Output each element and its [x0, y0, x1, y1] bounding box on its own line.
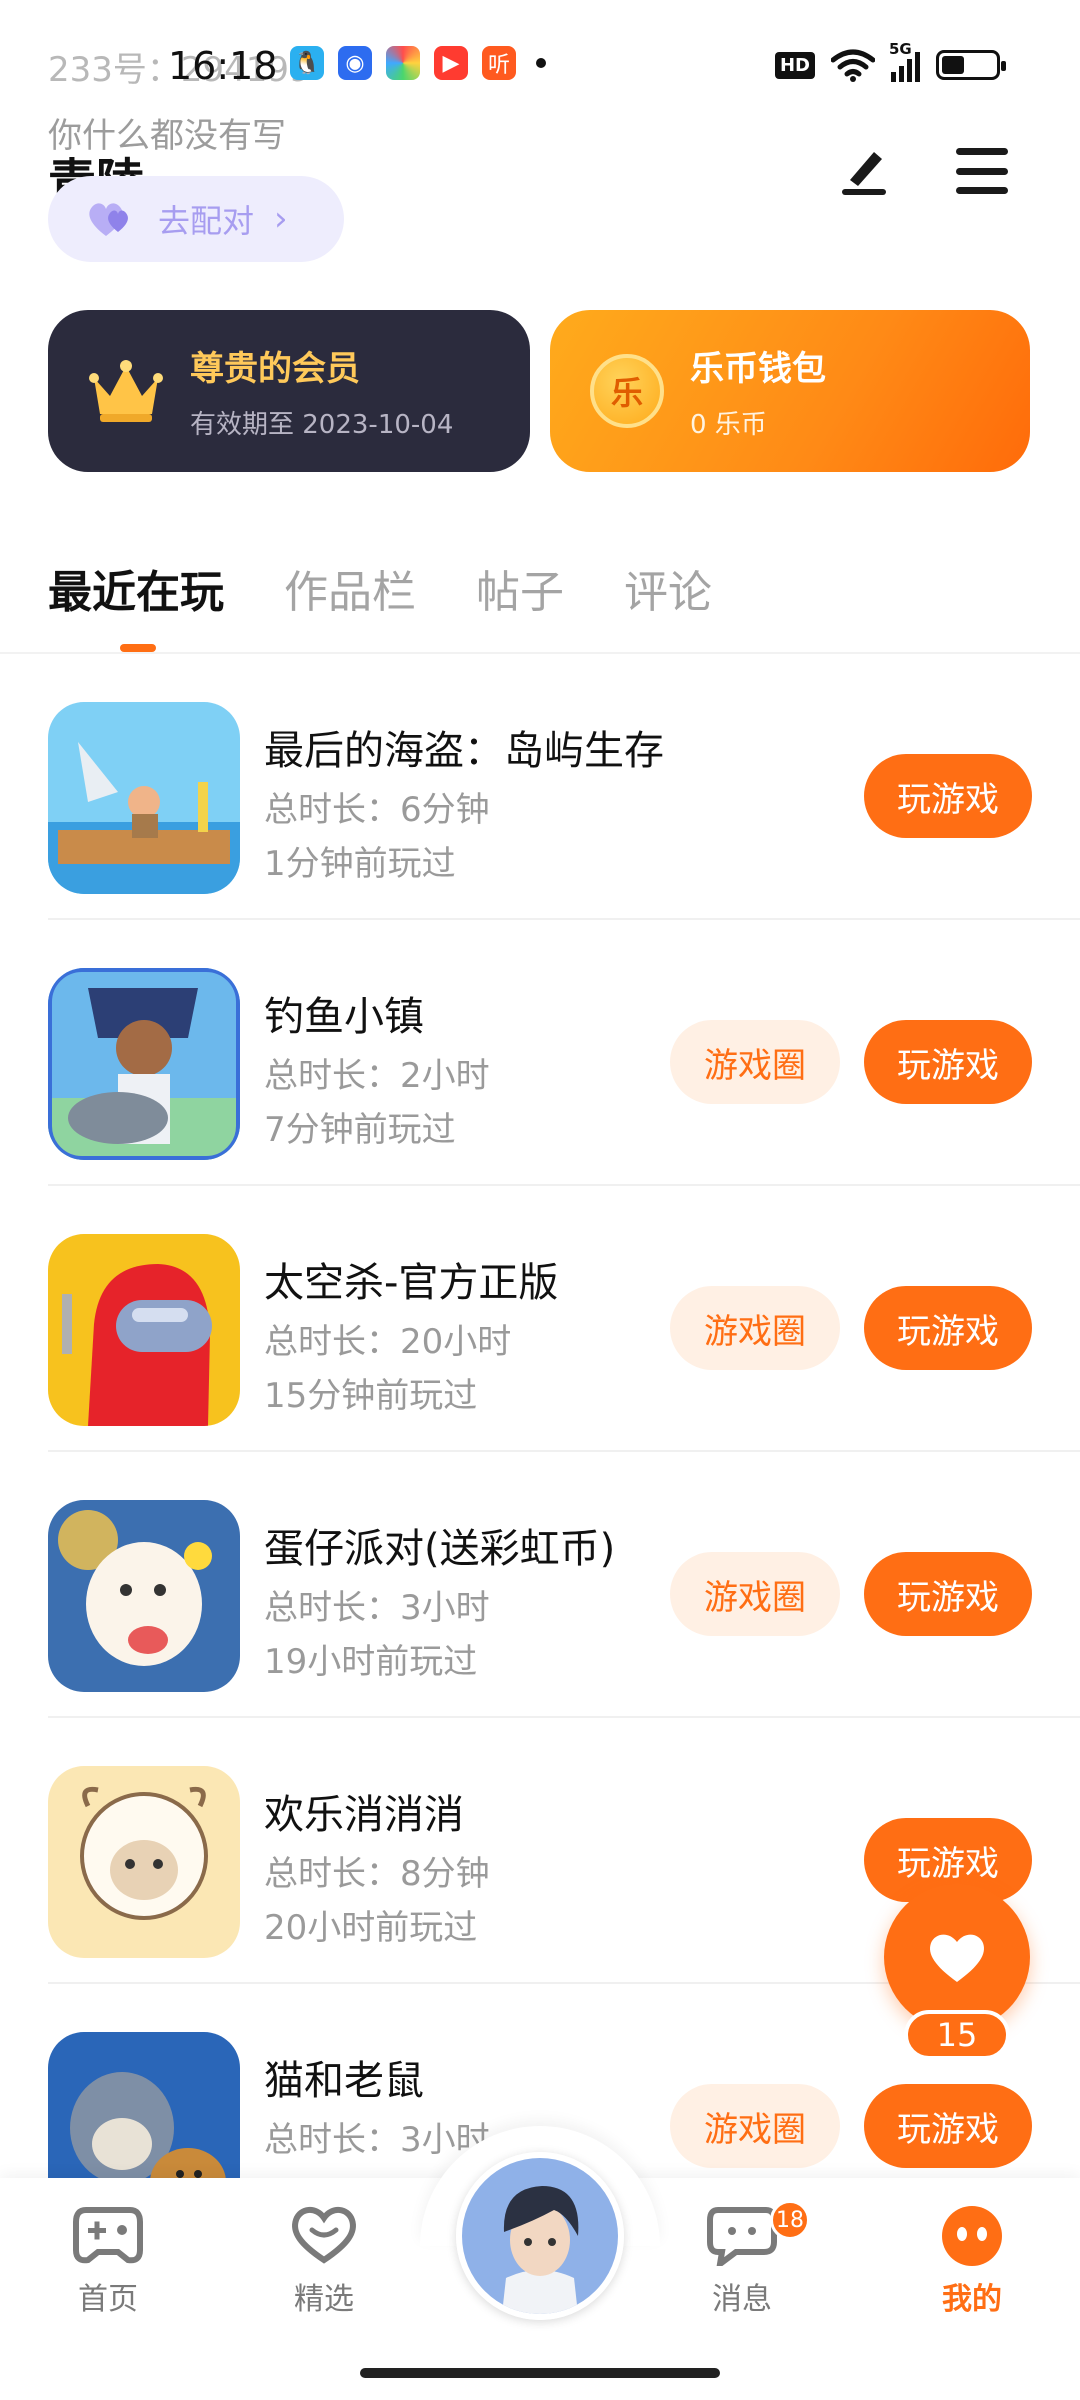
- game-duration: 总时长：20小时: [264, 1322, 512, 1362]
- profile-tabs: 最近在玩 作品栏 帖子 评论: [48, 556, 712, 620]
- game-duration: 总时长：3小时: [264, 2120, 490, 2160]
- nav-home[interactable]: 首页: [38, 2204, 178, 2318]
- wallet-title: 乐币钱包: [690, 349, 826, 389]
- game-row[interactable]: 蛋仔派对(送彩虹币) 总时长：3小时 19小时前玩过 游戏圈 玩游戏: [0, 1452, 1080, 1718]
- pen-icon: [842, 152, 886, 195]
- pair-button-label: 去配对: [158, 202, 255, 240]
- game-name: 钓鱼小镇: [264, 994, 424, 1040]
- game-duration: 总时长：6分钟: [264, 790, 490, 830]
- nav-messages-label: 消息: [712, 2282, 772, 2317]
- colorful-app-icon: [386, 46, 420, 80]
- notification-icons: 🐧 ◉ ▶ 听: [290, 46, 546, 80]
- vip-expiry: 有效期至 2023-10-04: [190, 410, 454, 440]
- chat-bubble-icon: [707, 2207, 777, 2266]
- game-last-played: 15分钟前玩过: [264, 1376, 478, 1416]
- listen-icon: 听: [482, 46, 516, 80]
- play-game-button[interactable]: 玩游戏: [864, 754, 1032, 838]
- play-game-button[interactable]: 玩游戏: [864, 1552, 1032, 1636]
- game-last-played: 20小时前玩过: [264, 1908, 478, 1948]
- nav-home-label: 首页: [78, 2282, 138, 2317]
- hearts-icon: [89, 203, 128, 236]
- system-indicators: HD 5G: [774, 40, 1006, 82]
- vip-card[interactable]: 尊贵的会员 有效期至 2023-10-04: [48, 310, 530, 472]
- game-row[interactable]: 太空杀-官方正版 总时长：20小时 15分钟前玩过 游戏圈 玩游戏: [0, 1186, 1080, 1452]
- game-name: 太空杀-官方正版: [264, 1260, 559, 1306]
- menu-icon-line: [956, 187, 1008, 194]
- tab-comments[interactable]: 评论: [624, 556, 712, 620]
- pair-button[interactable]: 去配对 ›: [48, 176, 344, 262]
- tab-works[interactable]: 作品栏: [284, 556, 416, 620]
- crown-icon: [89, 360, 163, 422]
- heart-icon: [930, 1934, 984, 1982]
- wallet-balance: 0 乐币: [690, 410, 767, 440]
- active-tab-indicator: [120, 644, 156, 652]
- game-last-played: 19小时前玩过: [264, 1642, 478, 1682]
- game-duration: 总时长：8分钟: [264, 1854, 490, 1894]
- game-last-played: 1分钟前玩过: [264, 844, 456, 884]
- video-icon: ▶: [434, 46, 468, 80]
- menu-button[interactable]: [956, 148, 1008, 194]
- tab-recently-played[interactable]: 最近在玩: [48, 556, 224, 620]
- game-circle-button[interactable]: 游戏圈: [670, 1552, 840, 1636]
- like-count-badge: 15: [904, 2010, 1010, 2060]
- center-avatar-button[interactable]: [456, 2152, 624, 2320]
- nav-featured[interactable]: 精选: [254, 2204, 394, 2318]
- game-icon-egg-party[interactable]: [48, 1500, 240, 1692]
- menu-icon-line: [956, 167, 1008, 175]
- game-name: 欢乐消消消: [264, 1792, 464, 1838]
- signal-icon: 5G: [889, 40, 920, 82]
- play-game-button[interactable]: 玩游戏: [864, 2084, 1032, 2168]
- game-icon-pirates[interactable]: [48, 702, 240, 894]
- game-circle-button[interactable]: 游戏圈: [670, 1286, 840, 1370]
- game-icon-space-kill[interactable]: [48, 1234, 240, 1426]
- game-duration: 总时长：3小时: [264, 1588, 490, 1628]
- status-time: 16:18: [168, 44, 278, 88]
- gamepad-icon: [73, 2207, 143, 2264]
- game-row[interactable]: 最后的海盗：岛屿生存 总时长：6分钟 1分钟前玩过 玩游戏: [0, 654, 1080, 920]
- vip-title: 尊贵的会员: [190, 349, 360, 389]
- nav-mine[interactable]: 我的: [902, 2204, 1042, 2318]
- game-circle-button[interactable]: 游戏圈: [670, 1020, 840, 1104]
- play-game-button[interactable]: 玩游戏: [864, 1020, 1032, 1104]
- game-icon-happy-match[interactable]: [48, 1766, 240, 1958]
- menu-icon-line: [956, 148, 1008, 155]
- play-game-button[interactable]: 玩游戏: [864, 1286, 1032, 1370]
- game-name: 猫和老鼠: [264, 2058, 424, 2104]
- home-indicator: [360, 2368, 720, 2378]
- wifi-icon: [831, 49, 875, 82]
- coin-icon: 乐: [590, 354, 664, 428]
- avatar: [462, 2158, 618, 2314]
- heart-outline-icon: [292, 2207, 356, 2264]
- wallet-card[interactable]: 乐 乐币钱包 0 乐币: [550, 310, 1030, 472]
- game-row[interactable]: 钓鱼小镇 总时长：2小时 7分钟前玩过 游戏圈 玩游戏: [0, 920, 1080, 1186]
- tab-posts[interactable]: 帖子: [476, 556, 564, 620]
- status-bar: 233号：294199 你什么都没有写 16:18 🐧 ◉ ▶ 听 HD 5G: [0, 0, 1080, 156]
- nav-featured-label: 精选: [294, 2282, 354, 2317]
- qq-icon: 🐧: [290, 46, 324, 80]
- game-duration: 总时长：2小时: [264, 1056, 490, 1096]
- hd-icon: HD: [774, 51, 815, 79]
- floating-like-button[interactable]: [884, 1884, 1030, 2030]
- face-icon: [942, 2206, 1002, 2266]
- messages-badge: 18: [770, 2200, 810, 2240]
- baidu-icon: ◉: [338, 46, 372, 80]
- game-icon-fishing-town[interactable]: [48, 968, 240, 1160]
- game-last-played: 7分钟前玩过: [264, 1110, 456, 1150]
- battery-icon: [936, 50, 1006, 80]
- game-circle-button[interactable]: 游戏圈: [670, 2084, 840, 2168]
- game-name: 最后的海盗：岛屿生存: [264, 728, 664, 774]
- chevron-right-icon: ›: [274, 199, 288, 239]
- edit-profile-button[interactable]: [836, 140, 892, 196]
- nav-mine-label: 我的: [942, 2282, 1002, 2317]
- more-dot-icon: [536, 58, 546, 68]
- game-name: 蛋仔派对(送彩虹币): [264, 1526, 616, 1572]
